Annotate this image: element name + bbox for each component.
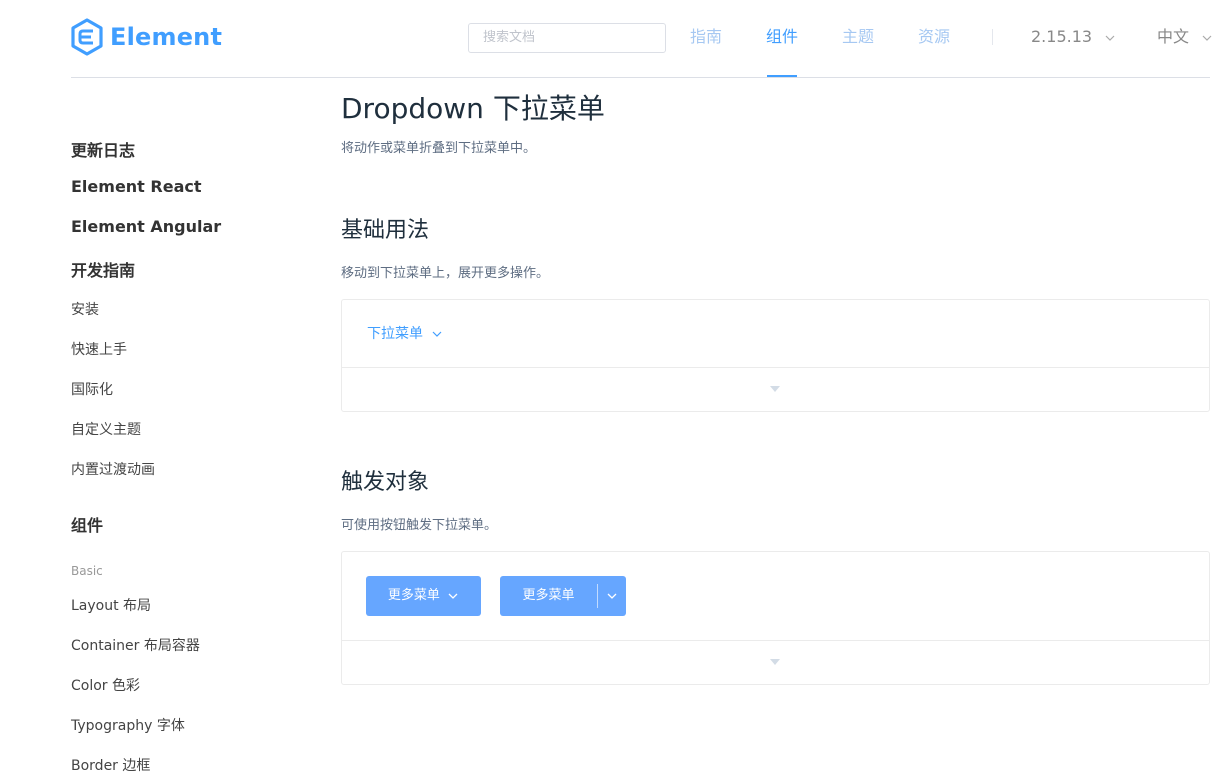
chevron-down-icon [1202, 35, 1212, 41]
caret-down-icon [770, 659, 780, 665]
sidebar-item-changelog[interactable]: 更新日志 [71, 137, 135, 161]
demo-block-basic: 下拉菜单 [341, 299, 1210, 412]
dropdown-link-label: 下拉菜单 [367, 326, 423, 342]
more-menu-label: 更多菜单 [387, 588, 440, 603]
page-description: 将动作或菜单折叠到下拉菜单中。 [341, 141, 537, 156]
sidebar-item-transition[interactable]: 内置过渡动画 [71, 459, 155, 479]
more-menu-button[interactable]: 更多菜单 [366, 576, 481, 616]
sidebar-item-border[interactable]: Border 边框 [71, 755, 150, 775]
demo-expand-control[interactable] [342, 641, 1209, 684]
logo[interactable]: Element [70, 17, 222, 57]
dropdown-trigger-link[interactable]: 下拉菜单 [367, 325, 443, 343]
nav-guide[interactable]: 指南 [690, 26, 722, 48]
split-button-label: 更多菜单 [522, 588, 575, 603]
language-label: 中文 [1157, 27, 1190, 46]
chevron-down-icon [433, 331, 442, 337]
top-header: Element 搜索文档 指南 组件 主题 资源 2.15.13 中文 [0, 0, 1215, 78]
demo-source: 更多菜单 更多菜单 [342, 552, 1209, 641]
search-placeholder: 搜索文档 [483, 30, 536, 45]
chevron-down-icon [1105, 35, 1115, 41]
nav-theme[interactable]: 主题 [842, 26, 874, 48]
demo-source: 下拉菜单 [342, 300, 1209, 368]
split-button-dropdown[interactable] [598, 576, 626, 616]
section-description-trigger: 可使用按钮触发下拉菜单。 [341, 518, 498, 533]
header-divider [71, 77, 1210, 78]
sidebar-item-layout[interactable]: Layout 布局 [71, 595, 151, 615]
version-label: 2.15.13 [1031, 27, 1093, 46]
page-title: Dropdown 下拉菜单 [341, 92, 605, 125]
nav-divider [992, 29, 993, 45]
section-description-basic: 移动到下拉菜单上，展开更多操作。 [341, 266, 550, 281]
split-button: 更多菜单 [500, 576, 626, 616]
chevron-down-icon [448, 593, 458, 599]
version-select[interactable]: 2.15.13 [1031, 26, 1117, 48]
sidebar-item-element-react[interactable]: Element React [71, 177, 202, 196]
logo-text: Element [110, 23, 223, 51]
demo-block-trigger: 更多菜单 更多菜单 [341, 551, 1210, 685]
sidebar-item-typography[interactable]: Typography 字体 [71, 715, 185, 735]
sidebar-item-install[interactable]: 安装 [71, 299, 99, 319]
search-input[interactable]: 搜索文档 [468, 23, 666, 53]
section-title-basic: 基础用法 [341, 218, 430, 243]
split-button-main[interactable]: 更多菜单 [500, 576, 597, 616]
sidebar-item-container[interactable]: Container 布局容器 [71, 635, 200, 655]
sidebar-item-color[interactable]: Color 色彩 [71, 675, 140, 695]
sidebar-group-dev-guide: 开发指南 [71, 261, 136, 280]
caret-down-icon [770, 386, 780, 392]
sidebar-subgroup-basic: Basic [71, 564, 103, 578]
sidebar-group-components: 组件 [71, 516, 104, 535]
section-title-trigger: 触发对象 [341, 470, 430, 495]
element-logo-icon [71, 18, 103, 56]
nav-resource[interactable]: 资源 [918, 26, 950, 48]
demo-expand-control[interactable] [342, 368, 1209, 411]
chevron-down-icon [607, 593, 617, 599]
language-select[interactable]: 中文 [1157, 26, 1214, 48]
sidebar-item-quickstart[interactable]: 快速上手 [71, 339, 127, 359]
sidebar-item-custom-theme[interactable]: 自定义主题 [71, 419, 141, 439]
nav-component[interactable]: 组件 [766, 26, 798, 48]
sidebar-item-i18n[interactable]: 国际化 [71, 379, 113, 399]
sidebar-item-element-angular[interactable]: Element Angular [71, 217, 221, 236]
